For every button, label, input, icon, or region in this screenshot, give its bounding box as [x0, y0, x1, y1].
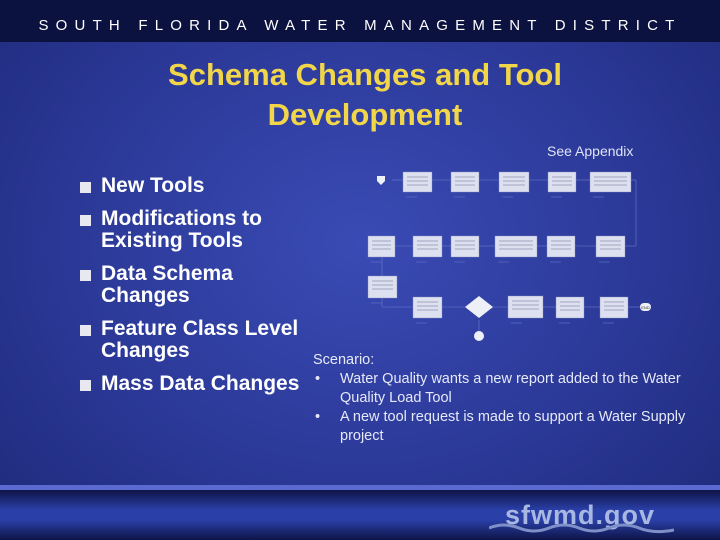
wave-icon: [489, 523, 674, 534]
bullet-item: Mass Data Changes: [80, 371, 300, 396]
bullet-item: Modifications to Existing Tools: [80, 206, 300, 253]
start-marker-icon: [377, 176, 385, 185]
bullet-text: Mass Data Changes: [101, 371, 300, 395]
footer-bar: sfwmd.gov: [0, 485, 720, 540]
process-box: [589, 171, 632, 193]
process-box: [507, 295, 544, 319]
square-bullet-icon: [80, 182, 91, 193]
process-box: [450, 171, 480, 193]
bullet-text: Modifications to Existing Tools: [101, 206, 262, 252]
scenario-item: • A new tool request is made to support a…: [315, 409, 686, 444]
process-box: [367, 275, 398, 299]
process-box: [555, 296, 585, 319]
bullet-text: New Tools: [101, 174, 205, 197]
square-bullet-icon: [80, 379, 91, 391]
process-box: [546, 235, 576, 258]
scenario-text: A new tool request is made to support a …: [340, 409, 686, 444]
process-box: [494, 235, 538, 258]
scenario-label: Scenario:: [313, 352, 375, 368]
process-box: [547, 171, 577, 193]
connector-circle: [474, 331, 484, 341]
bullet-text: Feature Class Level Changes: [101, 316, 299, 362]
bullet-item: Data Schema Changes: [80, 261, 300, 308]
workflow-diagram: END: [367, 171, 651, 341]
square-bullet-icon: [80, 269, 91, 281]
bullet-item: New Tools: [80, 174, 300, 198]
process-box: [498, 171, 530, 193]
bullet-item: Feature Class Level Changes: [80, 316, 300, 363]
end-label: END: [641, 305, 650, 310]
process-box: [412, 235, 443, 258]
process-box: [450, 235, 480, 258]
scenario-box: Scenario: • Water Quality wants a new rep…: [313, 351, 693, 446]
slide: SOUTH FLORIDA WATER MANAGEMENT DISTRICT …: [0, 0, 720, 540]
process-box: [412, 296, 443, 319]
slide-title: Schema Changes and Tool Development: [168, 57, 562, 132]
scenario-item: • Water Quality wants a new report added …: [315, 371, 681, 406]
decision-diamond: [465, 296, 493, 318]
process-box: [599, 296, 629, 319]
square-bullet-icon: [80, 324, 91, 336]
scenario-text: Water Quality wants a new report added t…: [340, 371, 681, 406]
sfwmd-logo: sfwmd.gov: [489, 500, 674, 534]
square-bullet-icon: [80, 214, 91, 226]
bullet-list: New Tools Modifications to Existing Tool…: [80, 174, 300, 405]
header-banner: SOUTH FLORIDA WATER MANAGEMENT DISTRICT: [0, 0, 720, 42]
bullet-text: Data Schema Changes: [101, 261, 233, 307]
process-box: [595, 235, 626, 258]
appendix-note: See Appendix: [547, 143, 634, 159]
process-box: [402, 171, 433, 193]
process-box: [367, 235, 396, 258]
